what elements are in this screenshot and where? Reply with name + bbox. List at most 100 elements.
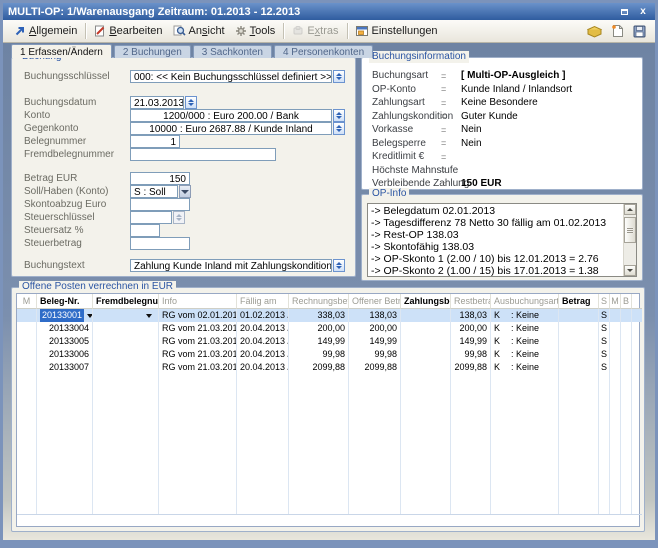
- cell-faellig[interactable]: 20.04.2013 /Sa: [237, 335, 289, 348]
- cell-s[interactable]: S: [599, 361, 610, 374]
- cell-faellig[interactable]: 01.02.2013 /Fr: [237, 309, 289, 322]
- cell-faellig[interactable]: 20.04.2013 /Sa: [237, 348, 289, 361]
- combo-spinner-button[interactable]: [333, 259, 345, 272]
- field-input[interactable]: 21.03.2013 /Do: [130, 96, 184, 109]
- cell-s[interactable]: S: [599, 348, 610, 361]
- cell-rechnungsbetrag[interactable]: 99,98: [289, 348, 349, 361]
- cell-ausbuchungsart[interactable]: K: Keine: [491, 322, 559, 335]
- cell-fremdbeleg[interactable]: [93, 322, 159, 335]
- cell-zahlungsbetrag[interactable]: [401, 309, 451, 322]
- combo-spinner-button[interactable]: [173, 211, 185, 224]
- tab-1[interactable]: 1 Erfassen/Ändern: [11, 44, 112, 58]
- cell-zahlungsbetrag[interactable]: [401, 361, 451, 374]
- close-button[interactable]: x: [636, 6, 650, 18]
- cell-faellig[interactable]: 20.04.2013 /Sa: [237, 361, 289, 374]
- cell-b[interactable]: [621, 322, 632, 335]
- field-input[interactable]: [130, 148, 276, 161]
- cell-offener-betrag[interactable]: 2099,88: [349, 361, 401, 374]
- field-input[interactable]: [130, 224, 160, 237]
- field-input[interactable]: 1200/000 : Euro 200.00 / Bank: [130, 109, 332, 122]
- menu-extras[interactable]: Extras: [287, 24, 343, 38]
- cell-restbetrag[interactable]: 99,98: [451, 348, 491, 361]
- field-input[interactable]: [130, 198, 190, 211]
- field-input[interactable]: S : Soll: [130, 185, 178, 198]
- cell-b[interactable]: [621, 348, 632, 361]
- cell-m[interactable]: [17, 335, 37, 348]
- cell-s[interactable]: S: [599, 322, 610, 335]
- titlebar[interactable]: MULTI-OP: 1/Warenausgang Zeitraum: 01.20…: [3, 3, 655, 20]
- cell-info[interactable]: RG vom 21.03.2013: [159, 335, 237, 348]
- field-input[interactable]: 1: [130, 135, 180, 148]
- combo-spinner-button[interactable]: [333, 70, 345, 83]
- cell-b[interactable]: [621, 309, 632, 322]
- cell-ausbuchungsart[interactable]: K: Keine: [491, 309, 559, 322]
- cell-rechnungsbetrag[interactable]: 338,03: [289, 309, 349, 322]
- cell-info[interactable]: RG vom 21.03.2013: [159, 348, 237, 361]
- cell-ausbuchungsart[interactable]: K: Keine: [491, 335, 559, 348]
- cell-ausbuchungsart[interactable]: K: Keine: [491, 361, 559, 374]
- cell-fremdbeleg[interactable]: [93, 335, 159, 348]
- cell-zahlungsbetrag[interactable]: [401, 348, 451, 361]
- cell-zahlungsbetrag[interactable]: [401, 335, 451, 348]
- cell-rechnungsbetrag[interactable]: 149,99: [289, 335, 349, 348]
- field-input[interactable]: 10000 : Euro 2687.88 / Kunde Inland: [130, 122, 332, 135]
- cell-m[interactable]: [17, 309, 37, 322]
- scrollbar-thumb[interactable]: [624, 217, 636, 243]
- cell-ausbuchungsart[interactable]: K: Keine: [491, 348, 559, 361]
- cell-betrag[interactable]: [559, 322, 599, 335]
- cell-rechnungsbetrag[interactable]: 200,00: [289, 322, 349, 335]
- cell-b[interactable]: [621, 361, 632, 374]
- cell-m2[interactable]: [610, 348, 621, 361]
- cell-filler[interactable]: [632, 348, 642, 361]
- cell-m2[interactable]: [610, 361, 621, 374]
- restore-button[interactable]: [617, 6, 631, 18]
- cell-faellig[interactable]: 20.04.2013 /Sa: [237, 322, 289, 335]
- menu-bearbeiten[interactable]: Bearbeiten: [89, 24, 167, 38]
- cell-filler[interactable]: [632, 335, 642, 348]
- tab-4[interactable]: 4 Personenkonten: [274, 45, 373, 58]
- field-input[interactable]: 150: [130, 172, 190, 185]
- cell-betrag[interactable]: [559, 335, 599, 348]
- cell-info[interactable]: RG vom 21.03.2013: [159, 361, 237, 374]
- post-icon[interactable]: [587, 25, 602, 38]
- cell-m[interactable]: [17, 348, 37, 361]
- cell-fremdbeleg[interactable]: [93, 309, 159, 322]
- save-icon[interactable]: [633, 25, 646, 38]
- cell-offener-betrag[interactable]: 200,00: [349, 322, 401, 335]
- cell-beleg[interactable]: 20133007: [37, 361, 93, 374]
- tab-3[interactable]: 3 Sachkonten: [193, 45, 272, 58]
- cell-b[interactable]: [621, 335, 632, 348]
- cell-restbetrag[interactable]: 138,03: [451, 309, 491, 322]
- op-info-scrollbar[interactable]: [623, 204, 636, 276]
- cell-m2[interactable]: [610, 309, 621, 322]
- cell-s[interactable]: S: [599, 335, 610, 348]
- cell-betrag[interactable]: [559, 361, 599, 374]
- cell-info[interactable]: RG vom 02.01.2013: [159, 309, 237, 322]
- cell-restbetrag[interactable]: 149,99: [451, 335, 491, 348]
- field-input[interactable]: 000: << Kein Buchungsschlüssel definiert…: [130, 70, 332, 83]
- cell-fremdbeleg[interactable]: [93, 361, 159, 374]
- field-input[interactable]: Zahlung Kunde Inland mit Zahlungskonditi…: [130, 259, 332, 272]
- cell-m[interactable]: [17, 361, 37, 374]
- cell-offener-betrag[interactable]: 138,03: [349, 309, 401, 322]
- cell-offener-betrag[interactable]: 149,99: [349, 335, 401, 348]
- cell-m[interactable]: [17, 322, 37, 335]
- cell-beleg[interactable]: 20133006: [37, 348, 93, 361]
- cell-betrag[interactable]: [559, 309, 599, 322]
- cell-filler[interactable]: [632, 322, 642, 335]
- cell-info[interactable]: RG vom 21.03.2013: [159, 322, 237, 335]
- menu-ansicht[interactable]: Ansicht: [168, 24, 230, 38]
- chevron-down-icon[interactable]: [146, 314, 152, 318]
- cell-zahlungsbetrag[interactable]: [401, 322, 451, 335]
- cell-beleg[interactable]: 20133001: [37, 309, 93, 322]
- cell-filler[interactable]: [632, 361, 642, 374]
- cell-betrag[interactable]: [559, 348, 599, 361]
- tab-2[interactable]: 2 Buchungen: [114, 45, 191, 58]
- cell-offener-betrag[interactable]: 99,98: [349, 348, 401, 361]
- combo-spinner-button[interactable]: [185, 96, 197, 109]
- cell-m2[interactable]: [610, 335, 621, 348]
- cell-s[interactable]: S: [599, 309, 610, 322]
- field-input[interactable]: [130, 237, 190, 250]
- cell-beleg[interactable]: 20133005: [37, 335, 93, 348]
- dropdown-arrow-button[interactable]: [179, 185, 191, 198]
